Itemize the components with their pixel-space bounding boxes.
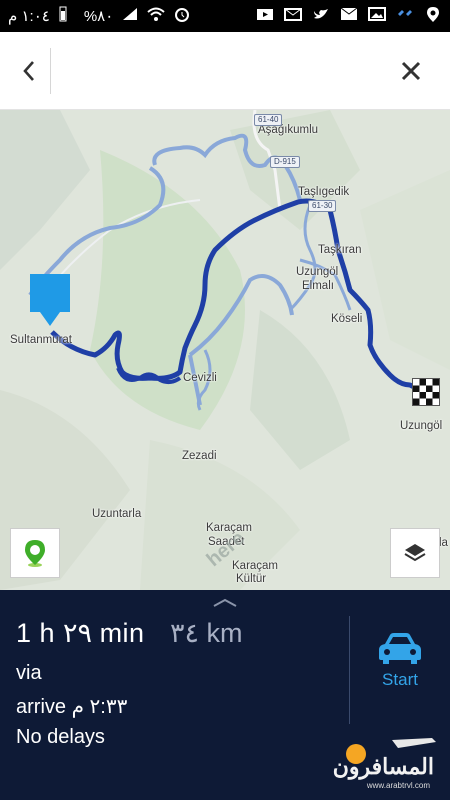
battery-percent: %٨٠ [83, 8, 114, 25]
chevron-left-icon [23, 61, 34, 81]
watermark-title: المسافرون [332, 754, 434, 779]
close-button[interactable] [396, 54, 426, 88]
place-label: Taşkıran [318, 244, 362, 256]
arrival-time: arrive ٢:٣٣ م [16, 696, 128, 718]
place-label: Kültür [236, 573, 267, 585]
locate-button[interactable] [10, 528, 60, 578]
close-icon [401, 61, 421, 81]
place-label: Zezadi [182, 450, 217, 462]
place-label: Uzungöl [296, 266, 339, 278]
place-label: Karaçam [232, 560, 279, 572]
car-icon [379, 633, 421, 664]
status-left: ١:٠٤ م %٨٠ [8, 6, 191, 26]
watermark-url: www.arabtrvl.com [366, 781, 430, 790]
wifi-icon [147, 6, 165, 26]
back-button[interactable] [14, 54, 44, 88]
place-label: Uzungöl [400, 420, 443, 432]
status-time: ١:٠٤ م [8, 8, 50, 25]
divider [349, 616, 350, 724]
layers-button[interactable] [390, 528, 440, 578]
place-label: Sultanmurat [10, 334, 73, 346]
status-bar: ١:٠٤ م %٨٠ [0, 0, 450, 32]
layers-icon [404, 544, 426, 562]
watermark: المسافرون www.arabtrvl.com [332, 732, 442, 792]
map-canvas [0, 110, 450, 590]
place-label: Cevizli [183, 372, 217, 384]
place-label: Uzuntarla [92, 508, 142, 520]
expand-handle-icon[interactable] [212, 598, 238, 608]
route-summary-panel: 1 h ٢٩ min ٣٤ km via arrive ٢:٣٣ م No de… [0, 590, 450, 800]
twitter-icon [312, 6, 330, 27]
location-icon [424, 6, 442, 27]
map-view[interactable]: Aşağıkumlu 61-40 D-915 Taşlıgedik 61-30 … [0, 110, 450, 590]
app-icon [396, 6, 414, 27]
email-icon [284, 6, 302, 27]
traffic-status: No delays [16, 726, 105, 748]
top-bar [0, 32, 450, 110]
start-label: Start [382, 670, 418, 689]
status-right [256, 6, 442, 27]
route-duration: 1 h ٢٩ min [16, 618, 145, 648]
road-shield: D-915 [270, 156, 300, 168]
mail-icon [340, 6, 358, 27]
road-shield: 61-40 [254, 114, 283, 126]
road-shield: 61-30 [308, 200, 337, 212]
place-label: Köseli [331, 313, 363, 325]
place-label: Taşlıgedik [298, 186, 350, 198]
battery-icon [58, 6, 76, 26]
signal-icon [121, 6, 139, 26]
location-pin-icon [25, 540, 45, 567]
place-label: Elmalı [302, 280, 334, 292]
start-button[interactable]: Start [360, 632, 440, 702]
route-distance: ٣٤ km [170, 618, 243, 648]
route-title-field[interactable] [50, 48, 381, 94]
alarm-icon [173, 6, 191, 26]
route-via: via [16, 662, 42, 684]
youtube-icon [256, 6, 274, 27]
finish-flag-icon[interactable] [412, 378, 440, 406]
start-marker-tail [40, 312, 60, 326]
gallery-icon [368, 6, 386, 27]
start-marker[interactable] [30, 274, 70, 312]
